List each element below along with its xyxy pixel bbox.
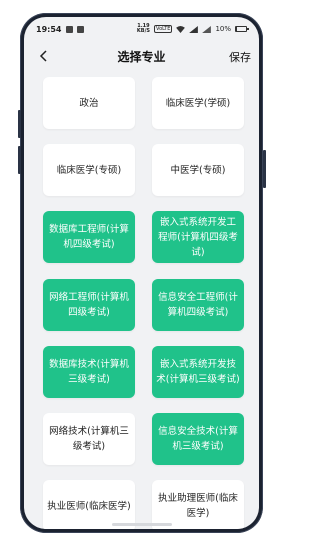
major-card[interactable]: 嵌入式系统开发技术(计算机三级考试)	[152, 346, 244, 398]
major-card-label: 数据库技术(计算机三级考试)	[49, 359, 129, 385]
major-card-label: 中医学(专硕)	[170, 164, 226, 176]
major-card[interactable]: 嵌入式系统开发工程师(计算机四级考试)	[152, 211, 244, 263]
major-card[interactable]: 政治	[43, 77, 135, 129]
home-indicator[interactable]	[112, 523, 172, 526]
major-card[interactable]: 执业助理医师(临床医学)	[152, 480, 244, 529]
major-card-label: 数据库工程师(计算机四级考试)	[49, 224, 129, 250]
major-card-label: 临床医学(专硕)	[56, 164, 122, 176]
volume-down-button	[18, 146, 21, 174]
major-card[interactable]: 数据库工程师(计算机四级考试)	[43, 211, 135, 263]
major-card-label: 政治	[79, 97, 99, 109]
power-button	[263, 150, 266, 188]
phone-screen: 19:54 1.19 KB/S VoLTE 10% 选择专业 保存 政治 临床医…	[24, 17, 259, 529]
major-card[interactable]: 网络工程师(计算机四级考试)	[43, 279, 135, 331]
volume-up-button	[18, 110, 21, 138]
major-card[interactable]: 网络技术(计算机三级考试)	[43, 413, 135, 465]
major-card-label: 执业医师(临床医学)	[47, 500, 131, 512]
major-card[interactable]: 信息安全工程师(计算机四级考试)	[152, 279, 244, 331]
major-card[interactable]: 执业医师(临床医学)	[43, 480, 135, 529]
major-card-label: 执业助理医师(临床医学)	[158, 493, 238, 519]
major-card[interactable]: 中医学(专硕)	[152, 144, 244, 196]
major-card[interactable]: 临床医学(专硕)	[43, 144, 135, 196]
major-card-label: 信息安全技术(计算机三级考试)	[158, 426, 238, 452]
major-card[interactable]: 信息安全技术(计算机三级考试)	[152, 413, 244, 465]
major-card[interactable]: 临床医学(学硕)	[152, 77, 244, 129]
major-card-label: 嵌入式系统开发技术(计算机三级考试)	[156, 359, 240, 385]
major-card-label: 信息安全工程师(计算机四级考试)	[158, 292, 238, 318]
major-card-label: 嵌入式系统开发工程师(计算机四级考试)	[158, 216, 238, 258]
major-card-label: 网络工程师(计算机四级考试)	[49, 292, 129, 318]
major-card-label: 临床医学(学硕)	[165, 97, 231, 109]
major-card[interactable]: 数据库技术(计算机三级考试)	[43, 346, 135, 398]
major-grid: 政治 临床医学(学硕) 临床医学(专硕) 中医学(专硕) 数据库工程师(计算机四…	[24, 17, 259, 529]
major-card-label: 网络技术(计算机三级考试)	[49, 426, 129, 452]
